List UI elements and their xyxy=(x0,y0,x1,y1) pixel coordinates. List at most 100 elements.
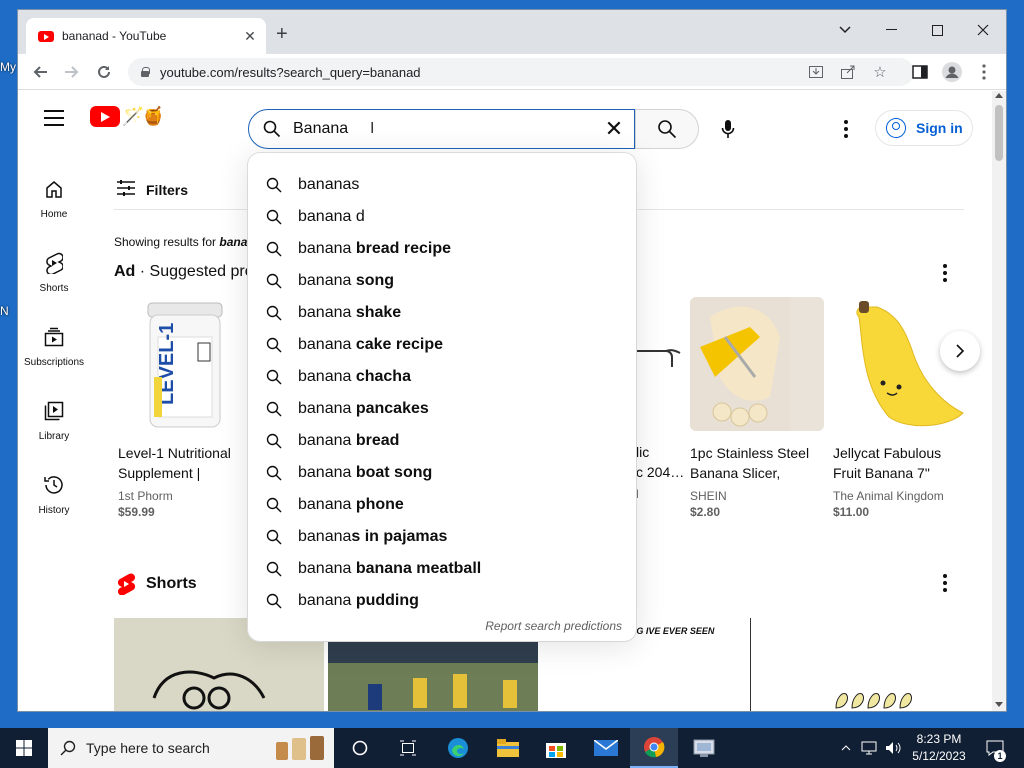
shorts-more-icon[interactable] xyxy=(935,571,955,595)
suggestion-prefix: banana xyxy=(298,560,352,577)
suggestion-item[interactable]: banana s xyxy=(248,169,636,201)
address-bar[interactable]: youtube.com/results?search_query=bananad xyxy=(128,58,914,86)
bookmark-star-icon[interactable]: ☆ xyxy=(870,62,890,82)
suggestion-suffix: phone xyxy=(351,496,404,513)
network-icon[interactable] xyxy=(858,728,880,768)
tab-strip: bananad - YouTube ✕ + xyxy=(18,10,1006,54)
short-thumbnail-bananas[interactable] xyxy=(756,618,966,711)
suggestion-item[interactable]: banana cake recipe xyxy=(248,329,636,361)
sidebar-item-history[interactable]: History xyxy=(18,463,90,537)
taskbar-search-box[interactable]: Type here to search xyxy=(48,728,334,768)
sidebar-item-home[interactable]: Home xyxy=(18,167,90,241)
sidebar-item-library[interactable]: Library xyxy=(18,389,90,463)
system-clock[interactable]: 8:23 PM 5/12/2023 xyxy=(904,731,974,765)
filter-sliders-icon xyxy=(116,179,136,200)
start-button[interactable] xyxy=(0,728,48,768)
product-price: $2.80 xyxy=(690,505,721,519)
desktop-fragment-n: N xyxy=(0,304,9,318)
microsoft-store-icon[interactable] xyxy=(532,728,580,768)
search-icon xyxy=(266,177,282,193)
reload-button[interactable] xyxy=(92,60,116,84)
scroll-up-icon[interactable] xyxy=(995,93,1003,98)
suggestion-item[interactable]: banana pancakes xyxy=(248,393,636,425)
search-input[interactable]: Banana I ✕ xyxy=(248,109,635,149)
shorts-logo-icon xyxy=(117,573,136,595)
suggestion-item[interactable]: banana d xyxy=(248,201,636,233)
menu-hamburger-icon[interactable] xyxy=(44,110,64,126)
product-card[interactable]: LEVEL-1 Level-1 Nutritional Supplement |… xyxy=(118,297,252,519)
show-hidden-icons-chevron-icon[interactable] xyxy=(836,728,856,768)
partial-line1: lic xyxy=(636,444,650,460)
suggestion-prefix: banana xyxy=(298,208,352,225)
back-button[interactable] xyxy=(28,60,52,84)
minimize-button[interactable] xyxy=(868,16,914,44)
suggestion-prefix: banana xyxy=(298,272,352,289)
suggestion-item[interactable]: banana chacha xyxy=(248,361,636,393)
suggestion-item[interactable]: banana phone xyxy=(248,489,636,521)
suggestion-item[interactable]: banana s in pajamas xyxy=(248,521,636,553)
carousel-next-button[interactable] xyxy=(940,331,980,371)
search-icon xyxy=(266,273,282,289)
suggestion-item[interactable]: banana bread xyxy=(248,425,636,457)
chrome-taskbar-icon[interactable] xyxy=(630,728,678,768)
forward-button[interactable] xyxy=(60,60,84,84)
search-icon xyxy=(266,241,282,257)
suggestion-prefix: banana xyxy=(298,176,352,193)
suggestion-prefix: banana xyxy=(298,528,352,545)
product-card[interactable]: Jellycat Fabulous Fruit Banana 7" The An… xyxy=(833,297,967,519)
scrollbar-thumb[interactable] xyxy=(995,105,1003,161)
suggestion-suffix: boat song xyxy=(351,464,433,481)
notification-count-badge: 1 xyxy=(994,750,1006,762)
product-seller: 1st Phorm xyxy=(118,489,173,503)
mail-icon[interactable] xyxy=(582,728,630,768)
product-title-line1: Jellycat Fabulous xyxy=(833,445,942,461)
tab-close-icon[interactable]: ✕ xyxy=(242,28,258,45)
chrome-window: bananad - YouTube ✕ + youtube.com/result… xyxy=(18,10,1006,711)
shorts-label: Shorts xyxy=(146,575,197,592)
report-predictions-link[interactable]: Report search predictions xyxy=(485,619,622,633)
notification-center-icon[interactable]: 1 xyxy=(980,728,1010,768)
settings-more-icon[interactable] xyxy=(836,117,856,141)
suggestion-suffix: s xyxy=(351,176,360,193)
side-panel-icon[interactable] xyxy=(910,62,930,82)
suggestion-item[interactable]: banana bread recipe xyxy=(248,233,636,265)
partial-line2: c 204… xyxy=(636,464,685,480)
tab-search-chevron-icon[interactable] xyxy=(822,16,868,44)
product-seller: The Animal Kingdom xyxy=(833,489,944,503)
sidebar-item-subscriptions[interactable]: Subscriptions xyxy=(18,315,90,389)
library-icon xyxy=(42,399,66,423)
chrome-menu-icon[interactable] xyxy=(974,62,994,82)
maximize-button[interactable] xyxy=(914,16,960,44)
search-icon xyxy=(266,593,282,609)
product-card[interactable]: 1pc Stainless Steel Banana Slicer, SHEIN… xyxy=(690,297,824,519)
youtube-logo[interactable]: 🪄🍯 xyxy=(90,106,165,127)
page-scrollbar[interactable] xyxy=(992,91,1006,711)
close-window-button[interactable] xyxy=(960,16,1006,44)
suggestion-item[interactable]: banana shake xyxy=(248,297,636,329)
suggestion-item[interactable]: banana song xyxy=(248,265,636,297)
suggestion-item[interactable]: banana pudding xyxy=(248,585,636,617)
ad-more-icon[interactable] xyxy=(935,261,955,285)
clear-search-icon[interactable]: ✕ xyxy=(594,116,634,142)
voice-search-button[interactable] xyxy=(708,109,748,149)
task-view-icon[interactable] xyxy=(384,728,432,768)
search-button[interactable] xyxy=(635,109,699,149)
sign-in-button[interactable]: Sign in xyxy=(875,110,973,146)
product-title-line2: Fruit Banana 7" xyxy=(833,465,930,481)
share-icon[interactable] xyxy=(838,62,858,82)
sidebar-item-shorts[interactable]: Shorts xyxy=(18,241,90,315)
file-explorer-icon[interactable] xyxy=(484,728,532,768)
suggestion-item[interactable]: banana boat song xyxy=(248,457,636,489)
remote-desktop-icon[interactable] xyxy=(680,728,728,768)
profile-avatar-icon[interactable] xyxy=(942,62,962,82)
suggestion-item[interactable]: banana banana meatball xyxy=(248,553,636,585)
install-app-icon[interactable] xyxy=(806,62,826,82)
new-tab-button[interactable]: + xyxy=(276,24,288,44)
cortana-icon[interactable] xyxy=(336,728,384,768)
product-seller: SHEIN xyxy=(690,489,727,503)
scroll-down-icon[interactable] xyxy=(995,702,1003,707)
filters-button[interactable]: Filters xyxy=(116,179,188,200)
edge-icon[interactable] xyxy=(434,728,482,768)
volume-icon[interactable] xyxy=(882,728,904,768)
browser-tab[interactable]: bananad - YouTube ✕ xyxy=(26,18,266,54)
